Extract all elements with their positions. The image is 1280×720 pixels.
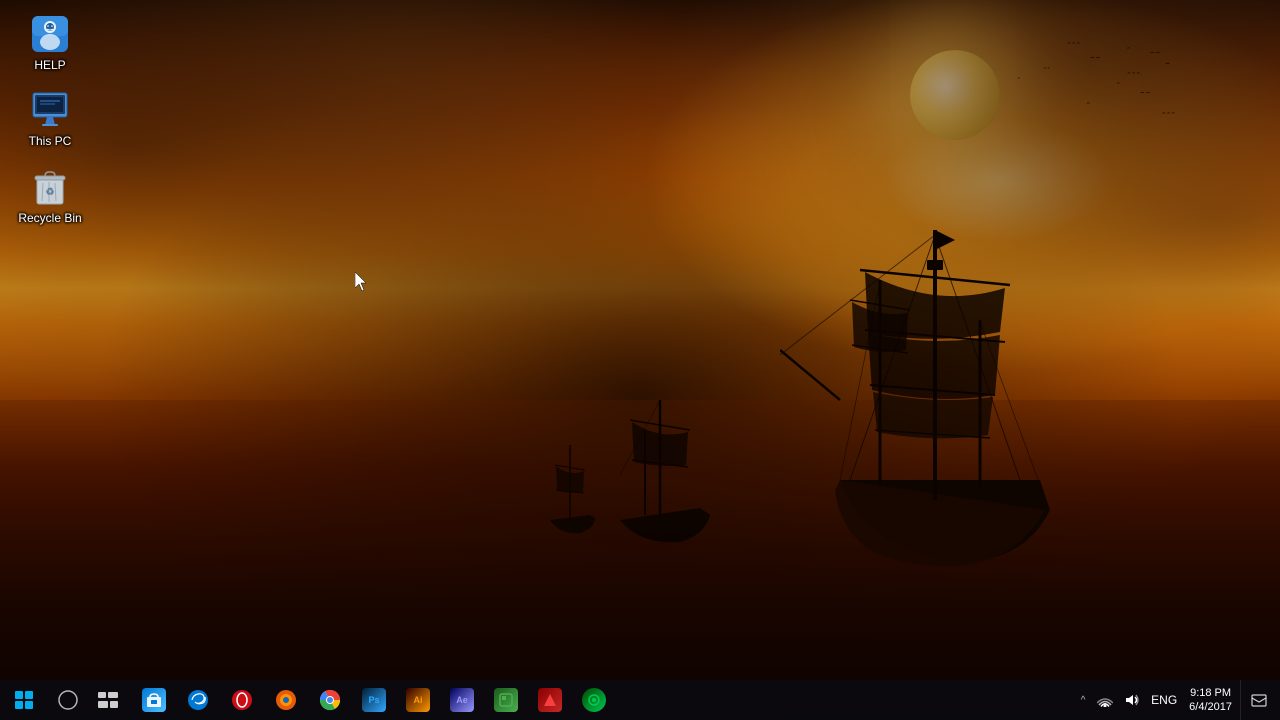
svg-text:♻: ♻ bbox=[46, 187, 55, 198]
help-icon-label: HELP bbox=[34, 58, 65, 72]
taskbar-app-aftereffects[interactable]: Ae bbox=[440, 680, 484, 720]
clock-time: 9:18 PM bbox=[1190, 686, 1231, 700]
network-tray-icon[interactable] bbox=[1091, 680, 1119, 720]
green-app2-icon bbox=[582, 688, 606, 712]
green-app-icon bbox=[494, 688, 518, 712]
taskbar-app-store[interactable] bbox=[132, 680, 176, 720]
network-icon bbox=[1097, 693, 1113, 707]
opera-icon bbox=[230, 688, 254, 712]
taskbar-app-photoshop[interactable]: Ps bbox=[352, 680, 396, 720]
desktop-icon-recycle[interactable]: ♻ Recycle Bin bbox=[10, 163, 90, 229]
clock-area[interactable]: 9:18 PM 6/4/2017 bbox=[1181, 680, 1240, 720]
desktop-icon-thispc[interactable]: This PC bbox=[10, 86, 90, 152]
photoshop-icon: Ps bbox=[362, 688, 386, 712]
task-view-icon bbox=[98, 692, 118, 708]
notification-button[interactable] bbox=[1240, 680, 1276, 720]
start-button[interactable] bbox=[0, 680, 48, 720]
clock-date: 6/4/2017 bbox=[1189, 700, 1232, 714]
ship-small2 bbox=[540, 435, 600, 565]
taskbar-app-opera[interactable] bbox=[220, 680, 264, 720]
notification-icon bbox=[1251, 692, 1267, 708]
illustrator-icon: Ai bbox=[406, 688, 430, 712]
windows-logo-icon bbox=[15, 691, 33, 709]
search-button[interactable] bbox=[48, 680, 88, 720]
taskbar-apps: Ps Ai Ae bbox=[132, 680, 616, 720]
desktop-icon-help[interactable]: HELP bbox=[10, 10, 90, 76]
red-app-icon bbox=[538, 688, 562, 712]
volume-tray-icon[interactable] bbox=[1119, 680, 1147, 720]
help-icon bbox=[30, 14, 70, 54]
thispc-icon bbox=[30, 90, 70, 130]
taskbar-app-chrome[interactable] bbox=[308, 680, 352, 720]
chrome-icon bbox=[318, 688, 342, 712]
system-tray: ^ ENG 9:18 bbox=[1075, 680, 1280, 720]
taskbar-app-greenapp2[interactable] bbox=[572, 680, 616, 720]
taskbar: Ps Ai Ae bbox=[0, 680, 1280, 720]
volume-icon bbox=[1125, 693, 1141, 707]
taskbar-app-greenapp[interactable] bbox=[484, 680, 528, 720]
taskbar-app-edge[interactable] bbox=[176, 680, 220, 720]
desktop-icons: HELP This PC bbox=[10, 10, 90, 229]
desktop: ⌢ ⌢ ⌢ ⌢ ⌢ ⌢ ⌢ ⌢ ⌢ ⌢ ⌢ ⌢ ⌢ ⌢ ⌢ ⌢ ⌢ ⌢ ⌢ ⌢ … bbox=[0, 0, 1280, 720]
store-icon bbox=[142, 688, 166, 712]
taskbar-app-illustrator[interactable]: Ai bbox=[396, 680, 440, 720]
recycle-icon: ♻ bbox=[30, 167, 70, 207]
ship-main bbox=[780, 200, 1100, 620]
taskbar-app-firefox[interactable] bbox=[264, 680, 308, 720]
tray-expand-button[interactable]: ^ bbox=[1075, 680, 1091, 720]
edge-icon bbox=[186, 688, 210, 712]
moon bbox=[910, 50, 1000, 140]
language-indicator[interactable]: ENG bbox=[1147, 680, 1181, 720]
firefox-icon bbox=[274, 688, 298, 712]
thispc-icon-label: This PC bbox=[29, 134, 72, 148]
search-circle-icon bbox=[58, 690, 78, 710]
lang-label: ENG bbox=[1151, 693, 1177, 707]
task-view-button[interactable] bbox=[88, 680, 128, 720]
ship-small1 bbox=[600, 380, 720, 580]
recycle-icon-label: Recycle Bin bbox=[18, 211, 81, 225]
taskbar-app-redapp[interactable] bbox=[528, 680, 572, 720]
aftereffects-icon: Ae bbox=[450, 688, 474, 712]
